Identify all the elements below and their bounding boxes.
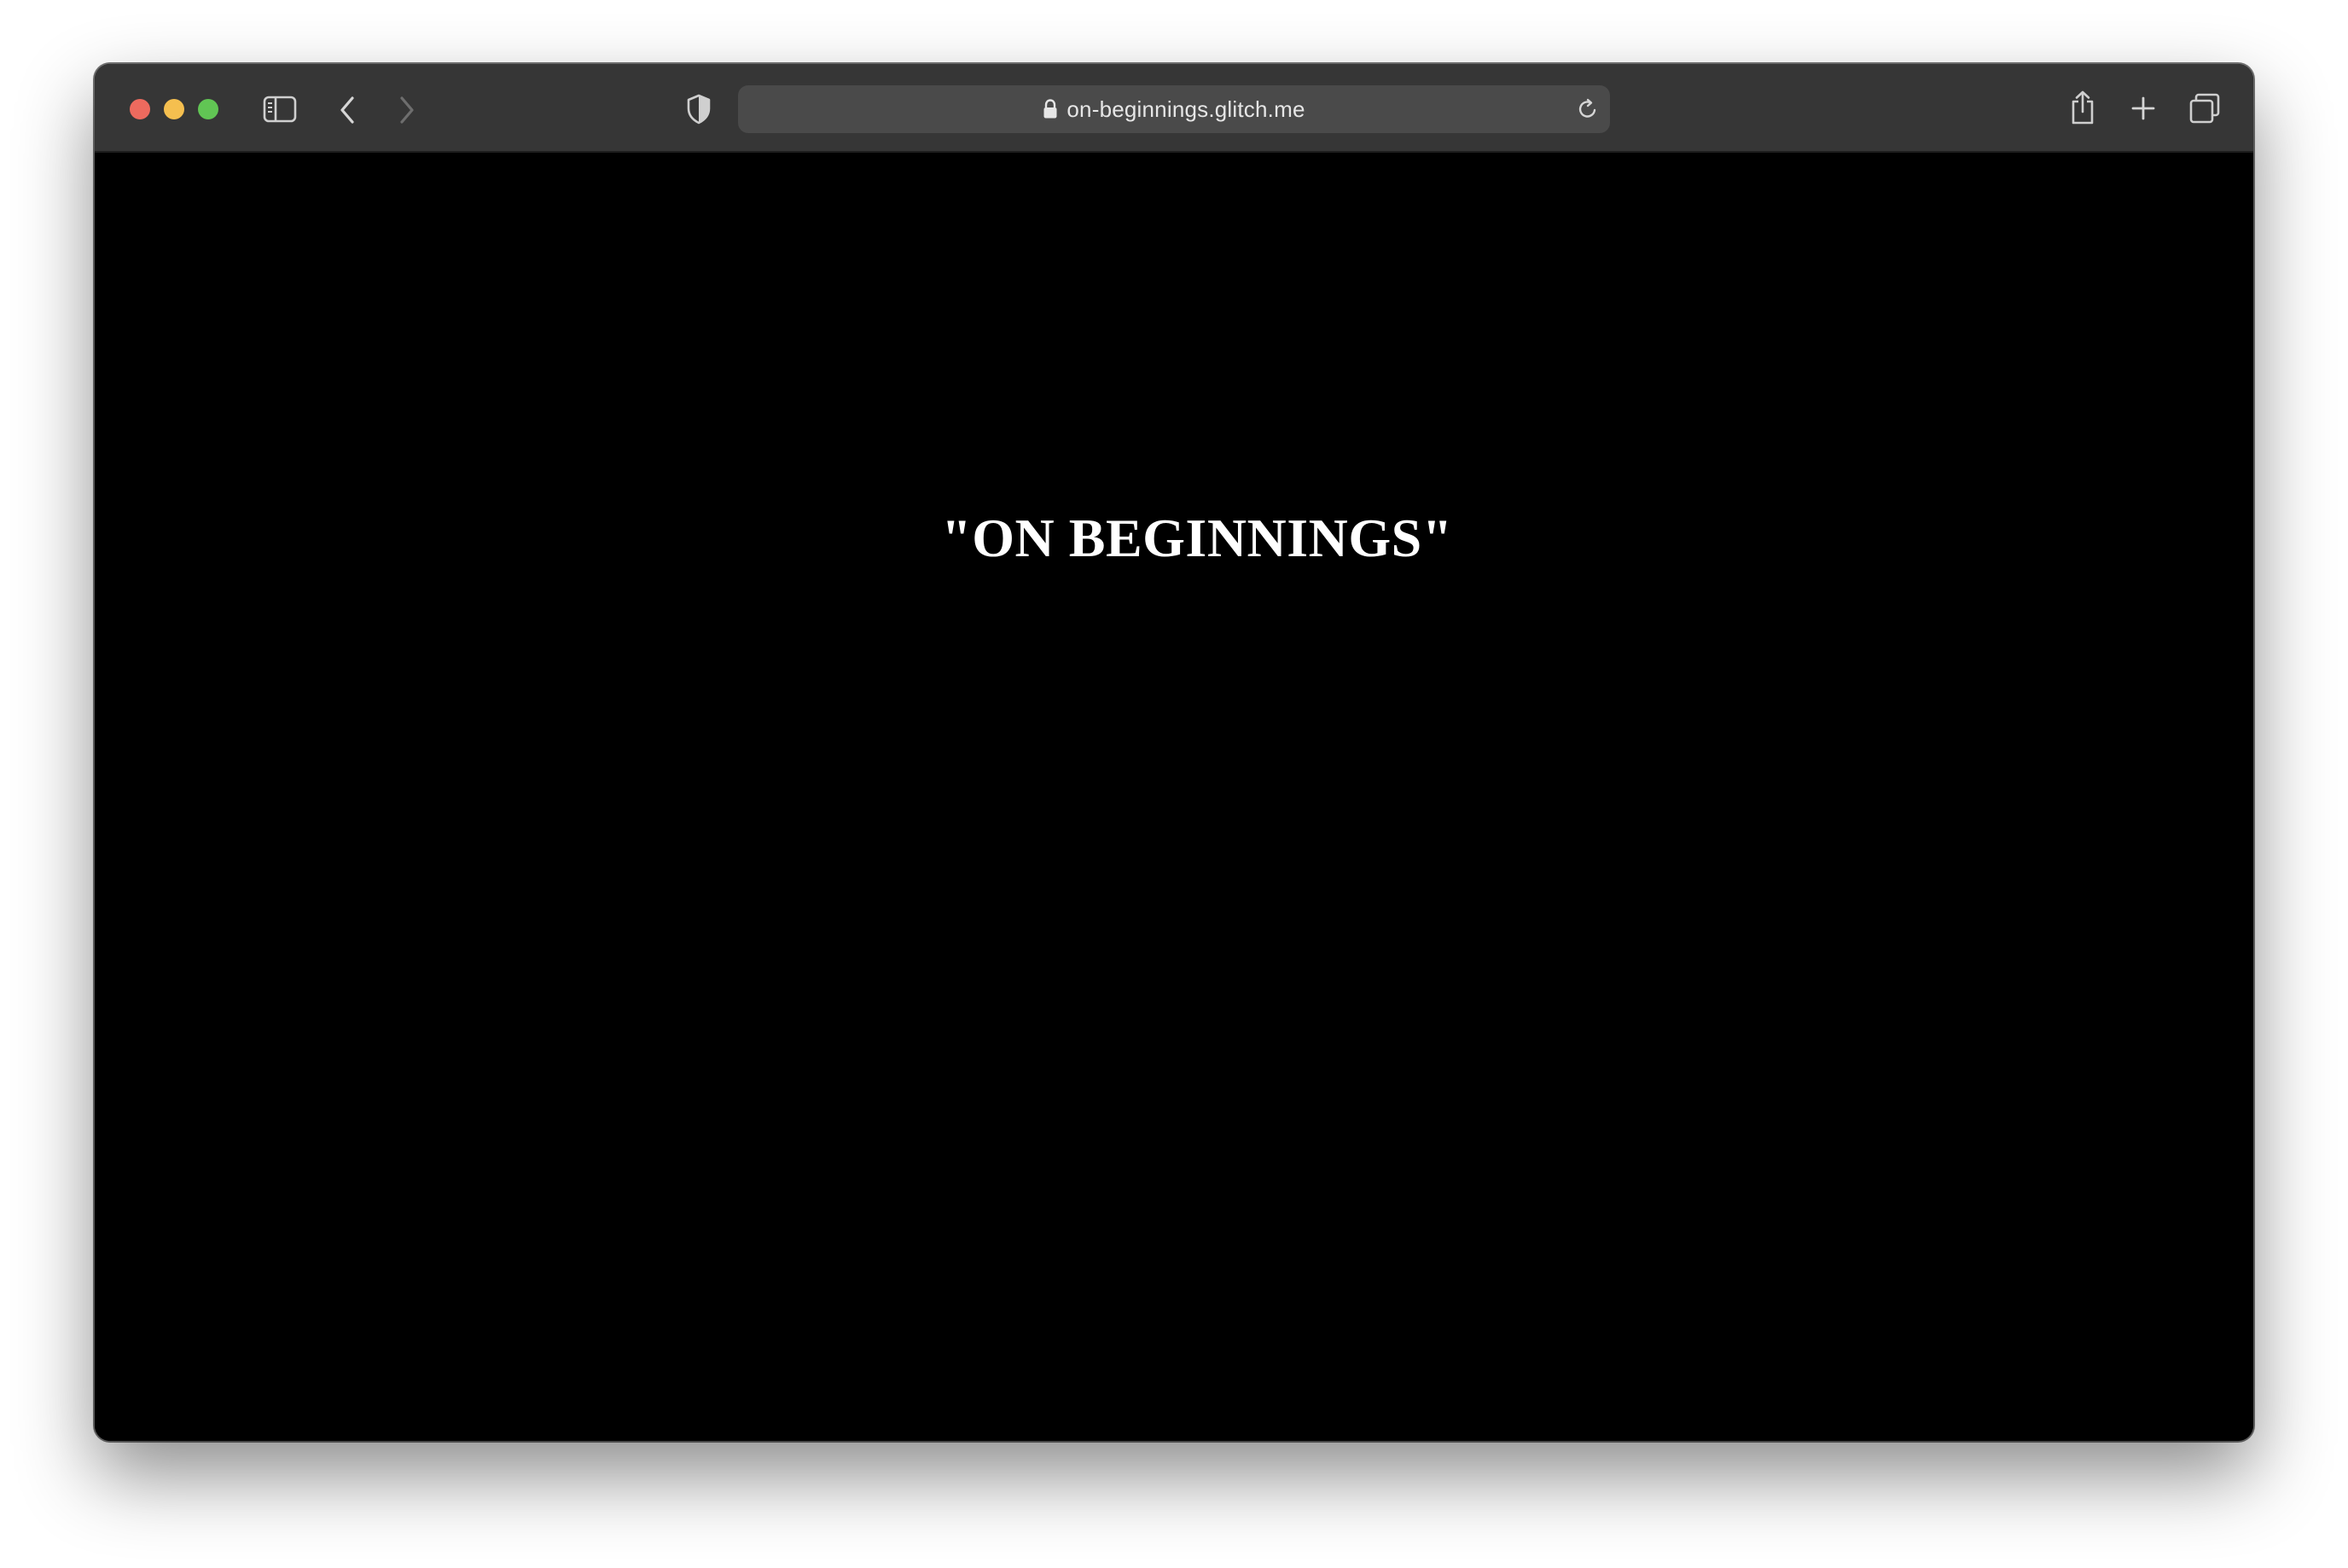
reload-button[interactable]	[1574, 96, 1601, 123]
sidebar-toggle-icon	[263, 96, 297, 123]
shield-icon	[687, 94, 711, 125]
sidebar-toggle-button[interactable]	[260, 94, 299, 125]
forward-button[interactable]	[392, 93, 422, 127]
address-bar[interactable]: on-beginnings.glitch.me	[738, 85, 1610, 133]
minimize-window-button[interactable]	[164, 99, 184, 119]
zoom-window-button[interactable]	[198, 99, 218, 119]
close-window-button[interactable]	[130, 99, 150, 119]
share-button[interactable]	[2066, 88, 2100, 127]
tab-overview-button[interactable]	[2187, 90, 2223, 126]
tab-overview-icon	[2189, 93, 2220, 124]
url-text: on-beginnings.glitch.me	[1066, 96, 1305, 122]
chevron-right-icon	[400, 96, 414, 124]
new-tab-button[interactable]	[2127, 92, 2159, 125]
privacy-report-button[interactable]	[682, 92, 716, 126]
reload-icon	[1578, 98, 1596, 118]
browser-toolbar: on-beginnings.glitch.me	[95, 64, 2253, 153]
back-button[interactable]	[332, 93, 363, 127]
browser-window: on-beginnings.glitch.me "ON BEGINNINGS"	[95, 64, 2253, 1441]
share-icon	[2072, 90, 2094, 125]
plus-icon	[2131, 96, 2155, 120]
address-content: on-beginnings.glitch.me	[738, 85, 1610, 133]
lock-icon	[1043, 99, 1057, 119]
page-title: "ON BEGINNINGS"	[941, 508, 1453, 568]
page-content: "ON BEGINNINGS"	[95, 153, 2253, 1441]
chevron-left-icon	[340, 96, 354, 124]
